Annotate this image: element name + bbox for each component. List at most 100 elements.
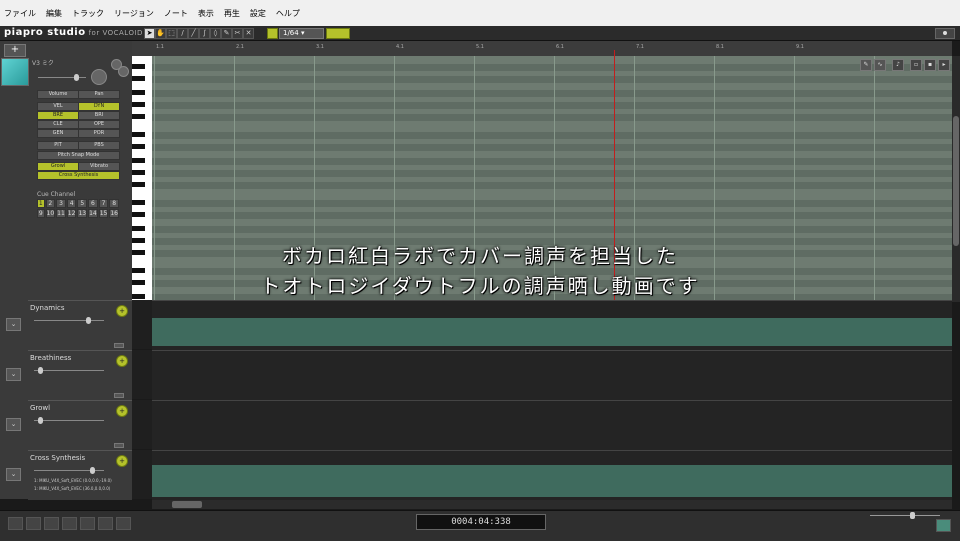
add-track-button[interactable]: + <box>4 44 26 57</box>
vel-button[interactable]: VEL <box>37 102 79 111</box>
menu-track[interactable]: トラック <box>68 8 110 19</box>
dyn-button[interactable]: DYN <box>78 102 120 111</box>
ope-button[interactable]: OPE <box>78 120 120 129</box>
cue-8[interactable]: 8 <box>109 199 119 208</box>
auto-button[interactable] <box>326 28 350 39</box>
bre-button[interactable]: BRE <box>37 111 79 120</box>
grid-c-icon[interactable]: ▸ <box>938 59 950 71</box>
lane-add-button[interactable]: + <box>116 305 128 317</box>
snap-toggle-button[interactable] <box>267 28 278 39</box>
cue-12[interactable]: 12 <box>66 209 77 218</box>
loop-icon[interactable] <box>116 517 131 530</box>
chevron-down-icon[interactable]: ⌄ <box>6 368 21 381</box>
cue-5[interactable]: 5 <box>77 199 88 208</box>
cue-2[interactable]: 2 <box>45 199 56 208</box>
lane-growl: ⌄ Growl + <box>0 400 960 450</box>
quantize-select[interactable]: 1/64 ▾ <box>279 28 324 39</box>
menu-file[interactable]: ファイル <box>0 8 42 19</box>
cue-9[interactable]: 9 <box>37 209 45 218</box>
por-button[interactable]: POR <box>78 129 120 138</box>
pencil-tool-icon[interactable]: / <box>177 28 188 39</box>
cle-button[interactable]: CLE <box>37 120 79 129</box>
cue-4[interactable]: 4 <box>66 199 77 208</box>
lane-slider[interactable] <box>34 467 104 474</box>
play-icon[interactable] <box>44 517 59 530</box>
volume-slider[interactable] <box>38 74 86 81</box>
singer-avatar[interactable] <box>1 58 29 86</box>
chevron-down-icon[interactable]: ⌄ <box>6 418 21 431</box>
lane-slider[interactable] <box>34 317 104 324</box>
grid-a-icon[interactable]: ▫ <box>910 59 922 71</box>
lane-add-button[interactable]: + <box>116 355 128 367</box>
end-icon[interactable] <box>98 517 113 530</box>
menu-help[interactable]: ヘルプ <box>272 8 306 19</box>
menu-settings[interactable]: 設定 <box>246 8 272 19</box>
lane-graph[interactable] <box>152 300 952 350</box>
stop-icon[interactable] <box>62 517 77 530</box>
grid-b-icon[interactable]: ▪ <box>924 59 936 71</box>
cross-synthesis-button[interactable]: Cross Synthesis <box>37 171 120 180</box>
horizontal-scrollbar[interactable] <box>152 500 952 509</box>
pointer-tool-icon[interactable]: ➤ <box>144 28 155 39</box>
record-button[interactable] <box>935 28 955 39</box>
lane-graph[interactable] <box>152 450 952 500</box>
line-tool-icon[interactable]: ╱ <box>188 28 199 39</box>
lane-graph[interactable] <box>152 350 952 400</box>
lane-slider[interactable] <box>34 367 104 374</box>
cue-1[interactable]: 1 <box>37 199 45 208</box>
lane-graph[interactable] <box>152 400 952 450</box>
close-tool-icon[interactable]: ✕ <box>243 28 254 39</box>
cue-11[interactable]: 11 <box>56 209 66 218</box>
pan-tab[interactable]: Pan <box>78 90 120 99</box>
menu-edit[interactable]: 編集 <box>42 8 68 19</box>
lane-add-button[interactable]: + <box>116 405 128 417</box>
pitch-snap-button[interactable]: Pitch Snap Mode <box>37 151 120 160</box>
scissors-tool-icon[interactable]: ✂ <box>232 28 243 39</box>
chevron-down-icon[interactable]: ⌄ <box>6 318 21 331</box>
curve-view-icon[interactable]: ∿ <box>874 59 886 71</box>
cue-3[interactable]: 3 <box>56 199 66 208</box>
speaker-icon[interactable]: ♪ <box>892 59 904 71</box>
lane-breathiness: ⌄ Breathiness + <box>0 350 960 400</box>
lane-mini-button[interactable] <box>114 343 124 348</box>
menu-note[interactable]: ノート <box>160 8 194 19</box>
ruler-label: 6.1 <box>556 44 564 50</box>
gen-button[interactable]: GEN <box>37 129 79 138</box>
pencil-view-icon[interactable]: ✎ <box>860 59 872 71</box>
select-tool-icon[interactable]: ⬚ <box>166 28 177 39</box>
menu-view[interactable]: 表示 <box>194 8 220 19</box>
bri-button[interactable]: BRI <box>78 111 120 120</box>
brush-tool-icon[interactable]: ✎ <box>221 28 232 39</box>
vibrato-button[interactable]: Vibrato <box>78 162 120 171</box>
cue-16[interactable]: 16 <box>109 209 119 218</box>
lane-add-button[interactable]: + <box>116 455 128 467</box>
mixer-icon[interactable] <box>936 519 951 532</box>
menu-playback[interactable]: 再生 <box>220 8 246 19</box>
volume-tab[interactable]: Volume <box>37 90 79 99</box>
back-icon[interactable] <box>26 517 41 530</box>
cue-10[interactable]: 10 <box>45 209 56 218</box>
rewind-icon[interactable] <box>8 517 23 530</box>
cue-13[interactable]: 13 <box>77 209 88 218</box>
lane-mini-button[interactable] <box>114 443 124 448</box>
cue-6[interactable]: 6 <box>88 199 98 208</box>
eraser-tool-icon[interactable]: ◊ <box>210 28 221 39</box>
mute-knob[interactable] <box>118 66 129 77</box>
lane-slider[interactable] <box>34 417 104 424</box>
cue-14[interactable]: 14 <box>88 209 98 218</box>
curve-tool-icon[interactable]: ∫ <box>199 28 210 39</box>
forward-icon[interactable] <box>80 517 95 530</box>
cue-15[interactable]: 15 <box>98 209 109 218</box>
chevron-down-icon[interactable]: ⌄ <box>6 468 21 481</box>
grab-tool-icon[interactable]: ✋ <box>155 28 166 39</box>
menu-region[interactable]: リージョン <box>110 8 160 19</box>
cue-7[interactable]: 7 <box>98 199 109 208</box>
growl-button[interactable]: Growl <box>37 162 79 171</box>
ruler-label: 4.1 <box>396 44 404 50</box>
pbs-button[interactable]: PBS <box>78 141 120 150</box>
timeline-ruler[interactable]: 1.1 2.1 3.1 4.1 5.1 6.1 7.1 8.1 9.1 <box>122 41 952 57</box>
zoom-slider[interactable] <box>870 512 940 519</box>
pan-knob[interactable] <box>91 69 107 85</box>
lane-mini-button[interactable] <box>114 393 124 398</box>
pit-button[interactable]: PIT <box>37 141 79 150</box>
